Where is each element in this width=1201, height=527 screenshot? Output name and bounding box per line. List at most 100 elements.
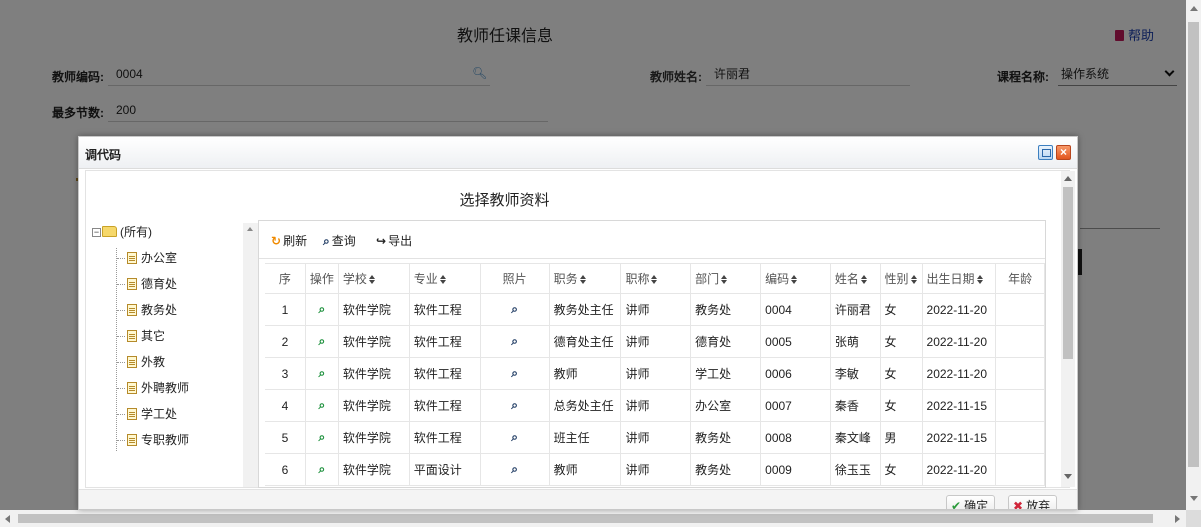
row-action-cell: ⌕ <box>305 293 339 326</box>
scroll-up-icon[interactable] <box>247 227 253 231</box>
row-action-cell: ⌕ <box>305 453 339 486</box>
page-vertical-scrollbar[interactable] <box>1186 0 1201 510</box>
scroll-left-icon[interactable] <box>5 515 10 523</box>
tree-item-academic-affairs[interactable]: 教务处 <box>127 301 177 319</box>
grid-toolbar: ↻ 刷新 ⌕ 查询 ↪ 导出 <box>259 221 1045 259</box>
view-icon[interactable]: ⌕ <box>319 334 326 348</box>
export-button[interactable]: ↪ 导出 <box>376 233 412 249</box>
page-horizontal-scrollbar[interactable] <box>0 510 1186 527</box>
table-row[interactable]: 1 ⌕ 软件学院 软件工程 ⌕ 教务处主任 讲师 教务处 0004 许丽君女 2022-11-20 <box>265 293 1045 326</box>
cell-major: 软件工程 <box>409 325 481 358</box>
photo-cell: ⌕ <box>480 357 550 390</box>
cell-no: 4 <box>265 389 306 422</box>
sort-icon[interactable] <box>651 275 658 284</box>
scroll-up-icon[interactable] <box>1190 6 1198 11</box>
document-icon <box>127 408 137 420</box>
cell-school: 软件学院 <box>338 421 410 454</box>
photo-search-icon[interactable]: ⌕ <box>511 302 518 316</box>
scroll-down-icon[interactable] <box>1064 474 1072 479</box>
col-header-dept[interactable]: 部门 <box>690 263 762 294</box>
view-icon[interactable]: ⌕ <box>319 302 326 316</box>
col-header-post[interactable]: 职务 <box>549 263 622 294</box>
cell-gender: 男 <box>880 421 923 454</box>
sort-icon[interactable] <box>579 275 587 284</box>
dialog-title: 调代码 <box>85 148 122 162</box>
photo-search-icon[interactable]: ⌕ <box>511 430 518 444</box>
tree-item-moral-education[interactable]: 德育处 <box>127 275 177 293</box>
row-action-cell: ⌕ <box>305 421 339 454</box>
photo-search-icon[interactable]: ⌕ <box>511 366 518 380</box>
cell-no: 6 <box>265 453 306 486</box>
tree-item-fulltime-teacher[interactable]: 专职教师 <box>127 431 189 449</box>
photo-search-icon[interactable]: ⌕ <box>511 334 518 348</box>
sort-icon[interactable] <box>791 275 798 284</box>
tree-item-hired-teacher[interactable]: 外聘教师 <box>127 379 189 397</box>
table-row[interactable]: 4 ⌕ 软件学院 软件工程 ⌕ 总务处主任 讲师 办公室 0007 秦香女 2022-11-15 <box>265 389 1045 422</box>
tree-item-other[interactable]: 其它 <box>127 327 165 345</box>
scroll-thumb[interactable] <box>1063 187 1073 359</box>
cancel-button[interactable]: ✖ 放弃 <box>1008 495 1058 509</box>
col-header-code[interactable]: 编码 <box>760 263 831 294</box>
scroll-right-icon[interactable] <box>1175 515 1180 523</box>
sort-icon[interactable] <box>439 275 447 284</box>
sort-icon[interactable] <box>910 275 918 284</box>
view-icon[interactable]: ⌕ <box>319 462 326 476</box>
table-row[interactable]: 2 ⌕ 软件学院 软件工程 ⌕ 德育处主任 讲师 德育处 0005 张萌女 2022-11-20 <box>265 325 1045 358</box>
tree-item-foreign-teacher[interactable]: 外教 <box>127 353 165 371</box>
cell-dept: 教务处 <box>690 293 762 326</box>
col-header-age[interactable]: 年龄 <box>995 263 1045 294</box>
dialog-header[interactable]: 调代码 × <box>79 137 1077 169</box>
tree-item-label: 外聘教师 <box>141 381 190 395</box>
col-header-gender[interactable]: 性别 <box>880 263 923 294</box>
view-icon[interactable]: ⌕ <box>319 398 326 412</box>
search-icon: ⌕ <box>323 234 330 248</box>
tree-root[interactable]: − (所有) <box>92 223 152 241</box>
sort-icon[interactable] <box>976 275 984 284</box>
tree-item-student-affairs[interactable]: 学工处 <box>127 405 177 423</box>
ok-button[interactable]: ✔ 确定 <box>946 495 996 509</box>
close-icon[interactable]: × <box>1056 145 1071 160</box>
photo-search-icon[interactable]: ⌕ <box>511 462 518 476</box>
query-button[interactable]: ⌕ 查询 <box>323 233 356 249</box>
table-row[interactable]: 6 ⌕ 软件学院 平面设计 ⌕ 教师 讲师 教务处 0009 徐玉玉女 2022-11-20 <box>265 453 1045 486</box>
cell-code: 0004 <box>760 293 831 326</box>
sort-icon[interactable] <box>860 275 868 284</box>
cell-no: 3 <box>265 357 306 390</box>
age-cell <box>995 293 1045 326</box>
document-icon <box>127 382 137 394</box>
view-icon[interactable]: ⌕ <box>319 430 326 444</box>
table-row[interactable]: 3 ⌕ 软件学院 软件工程 ⌕ 教师 讲师 学工处 0006 李敏女 2022-11-20 <box>265 357 1045 390</box>
dialog-vertical-scrollbar[interactable] <box>1061 171 1075 487</box>
cell-gender: 女 <box>880 453 923 486</box>
refresh-button[interactable]: ↻ 刷新 <box>271 233 307 249</box>
cell-post: 德育处主任 <box>549 325 622 358</box>
tree-item-label: 教务处 <box>141 303 178 317</box>
scroll-down-icon[interactable] <box>1190 496 1198 501</box>
cell-birth: 2022-11-15 <box>922 389 997 422</box>
scroll-up-icon[interactable] <box>1064 176 1072 181</box>
scroll-thumb[interactable] <box>1188 22 1199 467</box>
col-header-name[interactable]: 姓名 <box>830 263 881 294</box>
tree-scrollbar[interactable] <box>243 223 258 487</box>
scroll-thumb-horizontal[interactable] <box>18 514 1153 523</box>
collapse-icon[interactable]: − <box>92 228 101 237</box>
sort-icon[interactable] <box>721 275 728 284</box>
col-header-major[interactable]: 专业 <box>409 263 481 294</box>
cell-birth: 2022-11-20 <box>922 325 997 358</box>
photo-search-icon[interactable]: ⌕ <box>511 398 518 412</box>
view-icon[interactable]: ⌕ <box>319 366 326 380</box>
age-cell <box>995 421 1045 454</box>
sort-icon[interactable] <box>368 275 376 284</box>
cell-dept: 办公室 <box>690 389 762 422</box>
col-header-birth[interactable]: 出生日期 <box>922 263 997 294</box>
col-header-school[interactable]: 学校 <box>338 263 410 294</box>
cell-gender: 女 <box>880 293 923 326</box>
cell-title: 讲师 <box>620 421 692 454</box>
table-row[interactable]: 5 ⌕ 软件学院 软件工程 ⌕ 班主任 讲师 教务处 0008 秦文峰男 2022-11-15 <box>265 421 1045 454</box>
col-header-title[interactable]: 职称 <box>620 263 692 294</box>
refresh-label: 刷新 <box>283 234 308 248</box>
tree-item-office[interactable]: 办公室 <box>127 249 177 267</box>
maximize-icon[interactable] <box>1038 145 1053 160</box>
age-cell <box>995 325 1045 358</box>
tree-item-label: 专职教师 <box>141 433 190 447</box>
